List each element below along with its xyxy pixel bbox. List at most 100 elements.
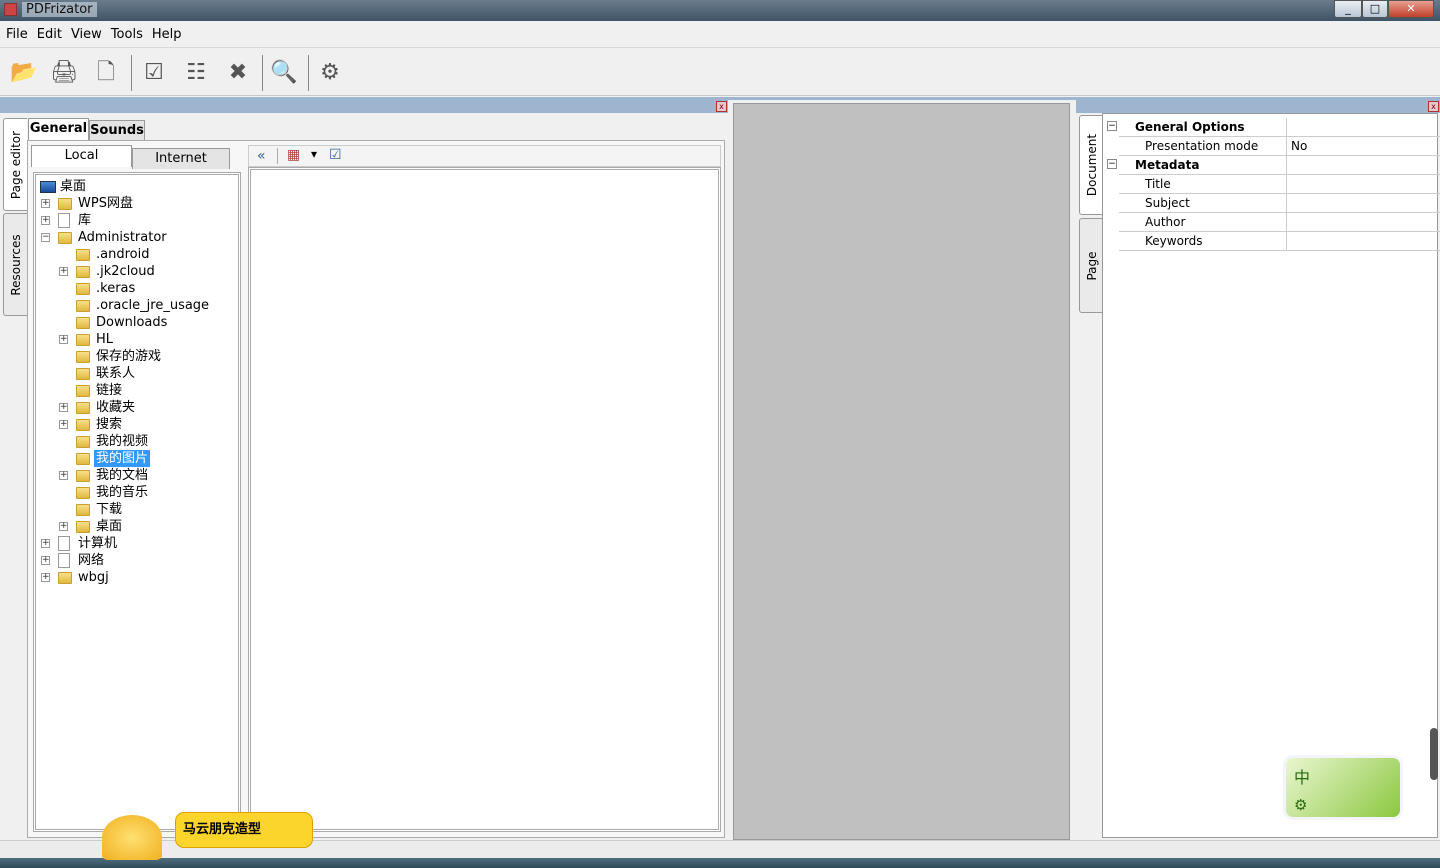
delete-icon[interactable]: ✖ bbox=[222, 57, 254, 89]
separator bbox=[277, 148, 278, 164]
property-value[interactable] bbox=[1286, 156, 1440, 174]
vtab-resources[interactable]: Resources bbox=[3, 213, 27, 316]
maximize-button[interactable]: □ bbox=[1362, 0, 1388, 18]
tree-item[interactable]: 联系人 bbox=[36, 365, 236, 382]
folder-icon bbox=[58, 572, 72, 584]
close-right-panel-icon[interactable]: x bbox=[1428, 101, 1439, 112]
expand-icon[interactable]: + bbox=[41, 199, 50, 208]
property-category[interactable]: − Metadata bbox=[1107, 156, 1440, 175]
view-dropdown-icon[interactable]: ▾ bbox=[311, 147, 317, 161]
expand-icon[interactable]: + bbox=[59, 522, 68, 531]
ime-widget[interactable]: 中 ⚙ bbox=[1283, 755, 1403, 820]
tree-item[interactable]: + wbgj bbox=[36, 569, 236, 586]
scanner-icon[interactable]: 🖨 bbox=[48, 57, 80, 89]
expand-icon[interactable]: + bbox=[41, 539, 50, 548]
expand-icon[interactable]: + bbox=[41, 216, 50, 225]
tree-item[interactable]: Downloads bbox=[36, 314, 236, 331]
menu-help[interactable]: Help bbox=[146, 21, 185, 42]
collapse-icon[interactable]: − bbox=[1107, 121, 1117, 131]
folder-icon bbox=[76, 317, 90, 329]
close-button[interactable]: ✕ bbox=[1388, 0, 1434, 18]
expand-icon[interactable]: + bbox=[59, 335, 68, 344]
folder-icon bbox=[76, 521, 90, 533]
tree-item[interactable]: + WPS网盘 bbox=[36, 195, 236, 212]
tree-item[interactable]: .keras bbox=[36, 280, 236, 297]
folder-tree[interactable]: 桌面 + WPS网盘 + 库 − Administrator .android + .jk2clo… bbox=[33, 172, 241, 832]
new-document-icon[interactable]: 🗋 bbox=[90, 57, 122, 89]
tree-item[interactable]: + 收藏夹 bbox=[36, 399, 236, 416]
minimize-button[interactable]: _ bbox=[1334, 0, 1362, 18]
tree-item[interactable]: + 计算机 bbox=[36, 535, 236, 552]
tree-item[interactable]: 链接 bbox=[36, 382, 236, 399]
tree-item[interactable]: 我的视频 bbox=[36, 433, 236, 450]
tab-general[interactable]: General bbox=[28, 118, 89, 140]
tree-item[interactable]: 我的音乐 bbox=[36, 484, 236, 501]
check-grid-icon[interactable]: ☷ bbox=[180, 57, 212, 89]
tree-item-label: 搜索 bbox=[96, 417, 123, 432]
tree-item[interactable]: .android bbox=[36, 246, 236, 263]
tree-item[interactable]: + HL bbox=[36, 331, 236, 348]
select-icon[interactable]: ☑ bbox=[329, 147, 342, 163]
property-row[interactable]: Title bbox=[1119, 175, 1440, 194]
tree-item[interactable]: + 网络 bbox=[36, 552, 236, 569]
tree-item[interactable]: + 桌面 bbox=[36, 518, 236, 535]
tree-item[interactable]: 下载 bbox=[36, 501, 236, 518]
menu-edit[interactable]: Edit bbox=[31, 21, 65, 42]
menu-view[interactable]: View bbox=[65, 21, 105, 42]
menu-tools[interactable]: Tools bbox=[105, 21, 146, 42]
tooltip-bubble: 马云朋克造型 bbox=[175, 812, 313, 848]
property-row[interactable]: Keywords bbox=[1119, 232, 1440, 251]
tree-item[interactable]: − Administrator bbox=[36, 229, 236, 246]
page-settings-icon[interactable]: ⚙ bbox=[314, 57, 346, 89]
scrollbar[interactable] bbox=[1430, 728, 1438, 780]
property-row[interactable]: Presentation mode No bbox=[1119, 137, 1440, 156]
vtab-document[interactable]: Document bbox=[1079, 115, 1103, 215]
check-all-icon[interactable]: ☑ bbox=[138, 57, 170, 89]
page-preview[interactable] bbox=[733, 103, 1070, 840]
tree-item[interactable]: 桌面 bbox=[36, 178, 236, 195]
tree-item[interactable]: .oracle_jre_usage bbox=[36, 297, 236, 314]
menu-file[interactable]: File bbox=[0, 21, 31, 42]
folder-icon bbox=[76, 300, 90, 312]
collapse-icon[interactable]: − bbox=[41, 233, 50, 242]
expand-icon[interactable]: + bbox=[41, 556, 50, 565]
folder-icon bbox=[58, 232, 72, 244]
vtab-page-editor[interactable]: Page editor bbox=[3, 118, 27, 211]
view-mode-icon[interactable]: ▦ bbox=[287, 147, 300, 163]
property-value[interactable] bbox=[1286, 194, 1440, 212]
expand-icon[interactable]: + bbox=[59, 471, 68, 480]
toolbar-separator bbox=[308, 55, 309, 91]
tab-sounds[interactable]: Sounds bbox=[89, 120, 145, 142]
zoom-icon[interactable]: 🔍 bbox=[268, 57, 300, 89]
property-category[interactable]: − General Options bbox=[1107, 118, 1440, 137]
tree-item[interactable]: + 我的文档 bbox=[36, 467, 236, 484]
tree-item[interactable]: 保存的游戏 bbox=[36, 348, 236, 365]
tree-item[interactable]: 我的图片 bbox=[36, 450, 236, 467]
collapse-icon[interactable]: − bbox=[1107, 159, 1117, 169]
property-value[interactable] bbox=[1286, 232, 1440, 250]
property-value[interactable] bbox=[1286, 118, 1440, 136]
tree-item-label: HL bbox=[96, 332, 114, 347]
open-folder-icon[interactable]: 📂 bbox=[8, 57, 40, 89]
expand-icon[interactable]: + bbox=[59, 267, 68, 276]
tree-item-label: 下载 bbox=[96, 502, 123, 517]
collapse-icon[interactable]: « bbox=[257, 148, 266, 164]
tab-local[interactable]: Local bbox=[31, 145, 132, 167]
property-row[interactable]: Subject bbox=[1119, 194, 1440, 213]
expand-icon[interactable]: + bbox=[59, 420, 68, 429]
file-list[interactable] bbox=[248, 167, 721, 832]
property-value[interactable] bbox=[1286, 175, 1440, 193]
property-row[interactable]: Author bbox=[1119, 213, 1440, 232]
tree-item[interactable]: + 库 bbox=[36, 212, 236, 229]
property-value[interactable] bbox=[1286, 213, 1440, 231]
gear-icon[interactable]: ⚙ bbox=[1294, 796, 1307, 814]
vtab-page[interactable]: Page bbox=[1079, 218, 1103, 313]
close-left-panel-icon[interactable]: x bbox=[716, 101, 727, 112]
tab-internet[interactable]: Internet bbox=[132, 148, 230, 169]
ime-mode-label[interactable]: 中 bbox=[1294, 764, 1310, 788]
tree-item[interactable]: + 搜索 bbox=[36, 416, 236, 433]
tree-item[interactable]: + .jk2cloud bbox=[36, 263, 236, 280]
property-value[interactable]: No bbox=[1286, 137, 1440, 155]
expand-icon[interactable]: + bbox=[41, 573, 50, 582]
expand-icon[interactable]: + bbox=[59, 403, 68, 412]
